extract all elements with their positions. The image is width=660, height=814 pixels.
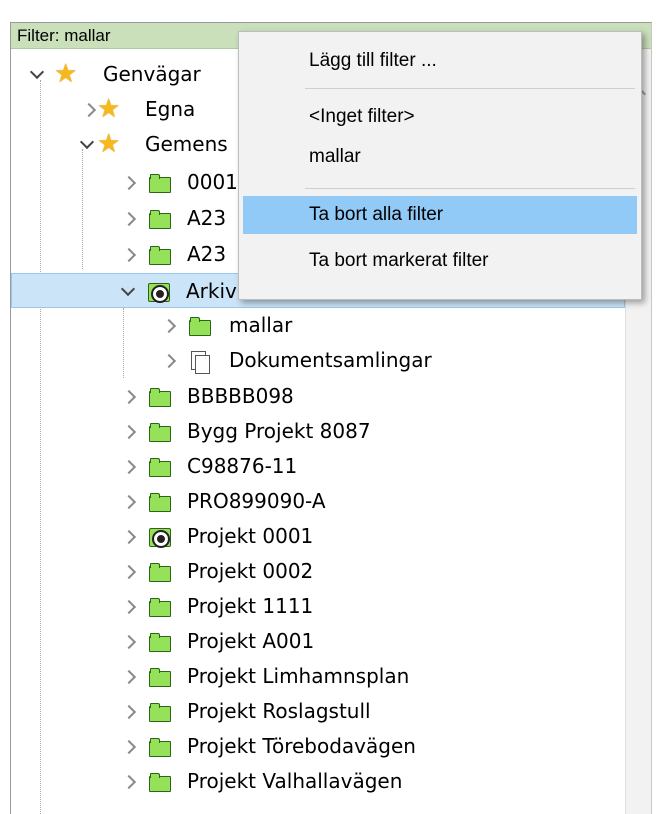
folder-icon xyxy=(145,729,173,764)
chevron-right-icon[interactable] xyxy=(161,343,181,378)
menu-item-label: Ta bort markerat filter xyxy=(309,250,489,271)
tree-item[interactable]: Projekt Limhamnsplan xyxy=(11,659,625,694)
star-icon: ★ xyxy=(97,129,121,159)
tree-item[interactable]: BBBBB098 xyxy=(11,379,625,414)
chevron-right-icon[interactable] xyxy=(121,624,141,659)
tree-item-label: Projekt Valhallavägen xyxy=(187,769,403,793)
tree-item-label: A23 xyxy=(187,206,227,230)
chevron-right-icon[interactable] xyxy=(121,201,141,236)
tree-item-mallar[interactable]: mallar xyxy=(11,308,625,343)
tree-item[interactable]: C98876-11 xyxy=(11,449,625,484)
menu-item-label: Lägg till filter ... xyxy=(309,50,437,71)
tree-item-label: Dokumentsamlingar xyxy=(229,348,432,372)
folder-icon xyxy=(145,449,173,484)
menu-separator xyxy=(305,188,635,189)
tree-item-label: Projekt Törebodavägen xyxy=(187,734,416,758)
folder-icon xyxy=(145,554,173,589)
chevron-right-icon[interactable] xyxy=(121,449,141,484)
tree-item-label: Projekt Limhamnsplan xyxy=(187,664,410,688)
filter-context-menu: Lägg till filter ... <Inget filter> mall… xyxy=(238,31,642,300)
menu-item-label: Ta bort alla filter xyxy=(309,204,444,225)
tree-item-label: Projekt A001 xyxy=(187,629,315,653)
tree-item[interactable]: Projekt Törebodavägen xyxy=(11,729,625,764)
chevron-down-icon[interactable] xyxy=(27,57,47,92)
chevron-right-icon[interactable] xyxy=(121,484,141,519)
folder-icon xyxy=(145,165,173,200)
star-icon: ★ xyxy=(54,59,78,89)
folder-icon xyxy=(145,379,173,414)
tree-item-label: C98876-11 xyxy=(187,454,298,478)
menu-item-label: <Inget filter> xyxy=(309,106,415,127)
menu-item-label: mallar xyxy=(309,146,361,167)
chevron-right-icon[interactable] xyxy=(121,554,141,589)
tree-item[interactable]: Projekt 1111 xyxy=(11,589,625,624)
filter-folder-icon xyxy=(145,519,173,554)
chevron-right-icon[interactable] xyxy=(161,308,181,343)
menu-item-remove-selected-filter[interactable]: Ta bort markerat filter xyxy=(243,242,637,280)
tree-item-label: Projekt 0001 xyxy=(187,524,314,548)
tree-item-label: Projekt 0002 xyxy=(187,559,314,583)
tree-item-dokumentsamlingar[interactable]: Dokumentsamlingar xyxy=(11,343,625,378)
folder-icon xyxy=(145,237,173,272)
tree-item-label: Projekt Roslagstull xyxy=(187,699,371,723)
chevron-right-icon[interactable] xyxy=(121,237,141,272)
menu-item-filter-mallar[interactable]: mallar xyxy=(243,138,637,176)
tree-item-label: mallar xyxy=(229,313,293,337)
filter-bar-label: Filter: mallar xyxy=(17,26,111,45)
chevron-right-icon[interactable] xyxy=(121,589,141,624)
folder-icon xyxy=(145,589,173,624)
chevron-right-icon[interactable] xyxy=(121,379,141,414)
filter-folder-icon xyxy=(144,274,172,309)
folder-icon xyxy=(145,624,173,659)
folder-icon xyxy=(145,764,173,799)
chevron-right-icon[interactable] xyxy=(121,764,141,799)
folder-icon xyxy=(145,484,173,519)
folder-icon xyxy=(145,659,173,694)
chevron-right-icon[interactable] xyxy=(121,659,141,694)
folder-icon xyxy=(185,308,213,343)
tree-item[interactable]: PRO899090-A xyxy=(11,484,625,519)
tree-item[interactable]: Bygg Projekt 8087 xyxy=(11,414,625,449)
tree-item-label: A23 xyxy=(187,242,227,266)
tree-item[interactable]: Projekt 0001 xyxy=(11,519,625,554)
menu-item-no-filter[interactable]: <Inget filter> xyxy=(243,98,637,136)
chevron-down-icon[interactable] xyxy=(77,127,97,162)
tree-item-label: Projekt 1111 xyxy=(187,594,314,618)
chevron-right-icon[interactable] xyxy=(121,729,141,764)
menu-item-add-filter[interactable]: Lägg till filter ... xyxy=(243,42,637,80)
chevron-right-icon[interactable] xyxy=(121,519,141,554)
tree-item-label: Arkiv xyxy=(186,279,237,303)
folder-icon xyxy=(145,694,173,729)
tree-item[interactable]: Projekt A001 xyxy=(11,624,625,659)
chevron-right-icon[interactable] xyxy=(121,694,141,729)
tree-item-label: Gemens xyxy=(145,132,228,156)
tree-item-label: Bygg Projekt 8087 xyxy=(187,419,371,443)
documents-icon xyxy=(185,343,213,378)
tree-item-label: Egna xyxy=(145,97,196,121)
menu-separator xyxy=(305,88,635,89)
chevron-right-icon[interactable] xyxy=(121,414,141,449)
tree-item-label: Genvägar xyxy=(103,62,201,86)
tree-item-label: 0001 xyxy=(187,170,238,194)
menu-item-remove-all-filters[interactable]: Ta bort alla filter xyxy=(243,196,637,234)
folder-icon xyxy=(145,201,173,236)
tree-item-label: BBBBB098 xyxy=(187,384,294,408)
tree-item[interactable]: Projekt 0002 xyxy=(11,554,625,589)
tree-item-label: PRO899090-A xyxy=(187,489,326,513)
chevron-right-icon[interactable] xyxy=(121,165,141,200)
tree-item[interactable]: Projekt Roslagstull xyxy=(11,694,625,729)
chevron-down-icon[interactable] xyxy=(118,274,138,309)
folder-icon xyxy=(145,414,173,449)
tree-item[interactable]: Projekt Valhallavägen xyxy=(11,764,625,799)
star-icon: ★ xyxy=(97,94,121,124)
